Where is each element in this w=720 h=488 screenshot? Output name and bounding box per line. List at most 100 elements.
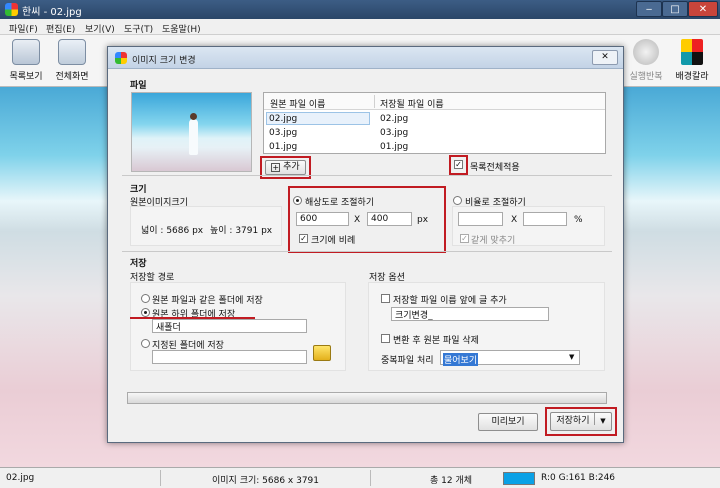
divider bbox=[122, 251, 612, 252]
image-thumbnail bbox=[131, 92, 252, 172]
minimize-button[interactable]: ‒ bbox=[636, 1, 662, 17]
dialog-app-icon bbox=[115, 52, 127, 64]
ratio-separator: X bbox=[511, 215, 518, 225]
col-target-header[interactable]: 저장될 파일 이름 bbox=[380, 97, 444, 110]
duplicate-label: 중복파일 처리 bbox=[381, 356, 434, 366]
save-section-heading: 저장 bbox=[130, 259, 147, 269]
original-width: 넓이 : 5686 px bbox=[141, 226, 204, 236]
col-divider bbox=[374, 95, 375, 108]
background-color-button[interactable]: 배경칼라 bbox=[670, 39, 714, 85]
progress-bar bbox=[127, 392, 607, 404]
same-folder-label: 원본 파일과 같은 폴더에 저장 bbox=[152, 296, 263, 306]
same-folder-radio[interactable] bbox=[141, 294, 150, 303]
status-file-name: 02.jpg bbox=[6, 473, 35, 483]
height-input[interactable] bbox=[367, 212, 412, 226]
menu-bar: 파일(F) 편집(E) 보기(V) 도구(T) 도움말(H) bbox=[0, 19, 720, 35]
apply-all-label: 목록전체적용 bbox=[470, 163, 520, 173]
repeat-label: 실행반복 bbox=[629, 72, 663, 82]
menu-edit[interactable]: 편집(E) bbox=[46, 22, 75, 35]
size-section-heading: 크기 bbox=[130, 185, 147, 195]
status-bar: 02.jpg 이미지 크기: 5686 x 3791 총 12 개체 R:0 G… bbox=[0, 467, 720, 488]
file-row-target[interactable]: 03.jpg bbox=[380, 128, 408, 138]
palette-icon bbox=[681, 39, 703, 65]
file-row-target[interactable]: 01.jpg bbox=[380, 142, 408, 152]
col-source-header[interactable]: 원본 파일 이름 bbox=[270, 97, 325, 110]
file-list-header: 원본 파일 이름 저장될 파일 이름 bbox=[264, 93, 605, 110]
file-list: 원본 파일 이름 저장될 파일 이름 02.jpg 02.jpg 03.jpg … bbox=[263, 92, 606, 154]
dialog-close-button[interactable]: ✕ bbox=[592, 50, 618, 65]
close-button[interactable]: ✕ bbox=[688, 1, 718, 17]
ratio-height-input[interactable] bbox=[523, 212, 567, 226]
prefix-label: 저장할 파일 이름 앞에 글 추가 bbox=[393, 296, 507, 306]
keep-ratio-checkbox[interactable]: ✓ bbox=[299, 234, 308, 243]
menu-tools[interactable]: 도구(T) bbox=[124, 22, 153, 35]
subfolder-input[interactable] bbox=[152, 319, 307, 333]
list-view-button[interactable]: 목록보기 bbox=[4, 39, 48, 85]
status-image-size: 이미지 크기: 5686 x 3791 bbox=[212, 476, 320, 486]
thumbnail-head bbox=[190, 113, 197, 120]
same-ratio-checkbox[interactable]: ✓ bbox=[460, 234, 469, 243]
ratio-width-input[interactable] bbox=[458, 212, 503, 226]
ratio-radio[interactable] bbox=[453, 196, 462, 205]
dropdown-divider bbox=[594, 413, 596, 425]
delete-original-checkbox[interactable] bbox=[381, 334, 390, 343]
duplicate-select[interactable]: 물어보기 ▼ bbox=[440, 350, 580, 366]
background-color-label: 배경칼라 bbox=[675, 72, 709, 82]
original-height: 높이 : 3791 px bbox=[210, 226, 273, 236]
prefix-checkbox[interactable] bbox=[381, 294, 390, 303]
status-color-swatch bbox=[503, 472, 535, 485]
same-ratio-label: 같게 맞추기 bbox=[471, 236, 516, 246]
apply-all-checkbox[interactable]: ✓ bbox=[454, 160, 463, 169]
file-row-source[interactable]: 03.jpg bbox=[269, 128, 297, 138]
menu-help[interactable]: 도움말(H) bbox=[162, 22, 201, 35]
resolution-label: 해상도로 조절하기 bbox=[305, 198, 375, 208]
dialog-title: 이미지 크기 변경 bbox=[132, 56, 196, 66]
specified-folder-input[interactable] bbox=[152, 350, 307, 364]
keep-ratio-label: 크기에 비례 bbox=[311, 236, 356, 246]
folder-up-icon[interactable] bbox=[313, 345, 331, 361]
resolution-radio[interactable] bbox=[293, 196, 302, 205]
file-section-heading: 파일 bbox=[130, 81, 147, 91]
chevron-down-icon: ▼ bbox=[569, 353, 575, 361]
file-row-source[interactable]: 02.jpg bbox=[269, 114, 297, 124]
plus-icon: + bbox=[271, 163, 281, 172]
save-button[interactable]: 저장하기 ▼ bbox=[550, 412, 612, 431]
file-row-source[interactable]: 01.jpg bbox=[269, 142, 297, 152]
width-input[interactable] bbox=[296, 212, 349, 226]
chevron-down-icon[interactable]: ▼ bbox=[600, 417, 605, 425]
app-icon bbox=[5, 3, 18, 16]
status-item-count: 총 12 개체 bbox=[430, 476, 473, 486]
status-divider bbox=[160, 470, 161, 486]
thumbnail-figure bbox=[189, 119, 198, 155]
duplicate-select-value: 물어보기 bbox=[443, 353, 479, 366]
dimension-separator: X bbox=[354, 215, 361, 225]
subfolder-radio[interactable] bbox=[141, 308, 150, 317]
add-file-button[interactable]: + 추가 bbox=[265, 160, 306, 175]
fullscreen-icon bbox=[58, 39, 86, 65]
save-button-label: 저장하기 bbox=[556, 416, 590, 426]
status-rgb: R:0 G:161 B:246 bbox=[541, 473, 616, 483]
repeat-button[interactable]: 실행반복 bbox=[626, 39, 666, 85]
list-view-label: 목록보기 bbox=[9, 72, 43, 82]
window-title-bar: 한씨 - 02.jpg ‒ □ ✕ bbox=[0, 0, 720, 19]
specified-folder-radio[interactable] bbox=[141, 339, 150, 348]
menu-view[interactable]: 보기(V) bbox=[85, 22, 115, 35]
maximize-button[interactable]: □ bbox=[662, 1, 688, 17]
preview-button[interactable]: 미리보기 bbox=[478, 413, 538, 431]
list-icon bbox=[12, 39, 40, 65]
fullscreen-button[interactable]: 전체화면 bbox=[50, 39, 94, 85]
add-file-label: 추가 bbox=[283, 162, 300, 172]
unit-percent: % bbox=[574, 215, 583, 225]
resize-dialog: 이미지 크기 변경 ✕ 파일 원본 파일 이름 저장될 파일 이름 02.jpg… bbox=[107, 46, 624, 443]
fullscreen-label: 전체화면 bbox=[55, 72, 89, 82]
delete-original-label: 변환 후 원본 파일 삭제 bbox=[393, 336, 479, 346]
file-row-target[interactable]: 02.jpg bbox=[380, 114, 408, 124]
unit-px: px bbox=[417, 215, 429, 225]
menu-file[interactable]: 파일(F) bbox=[9, 22, 38, 35]
dialog-title-bar: 이미지 크기 변경 ✕ bbox=[108, 47, 623, 69]
window-title: 한씨 - 02.jpg bbox=[22, 7, 82, 18]
repeat-icon bbox=[633, 39, 659, 65]
prefix-input[interactable] bbox=[391, 307, 549, 321]
divider bbox=[122, 175, 612, 176]
status-divider bbox=[370, 470, 371, 486]
